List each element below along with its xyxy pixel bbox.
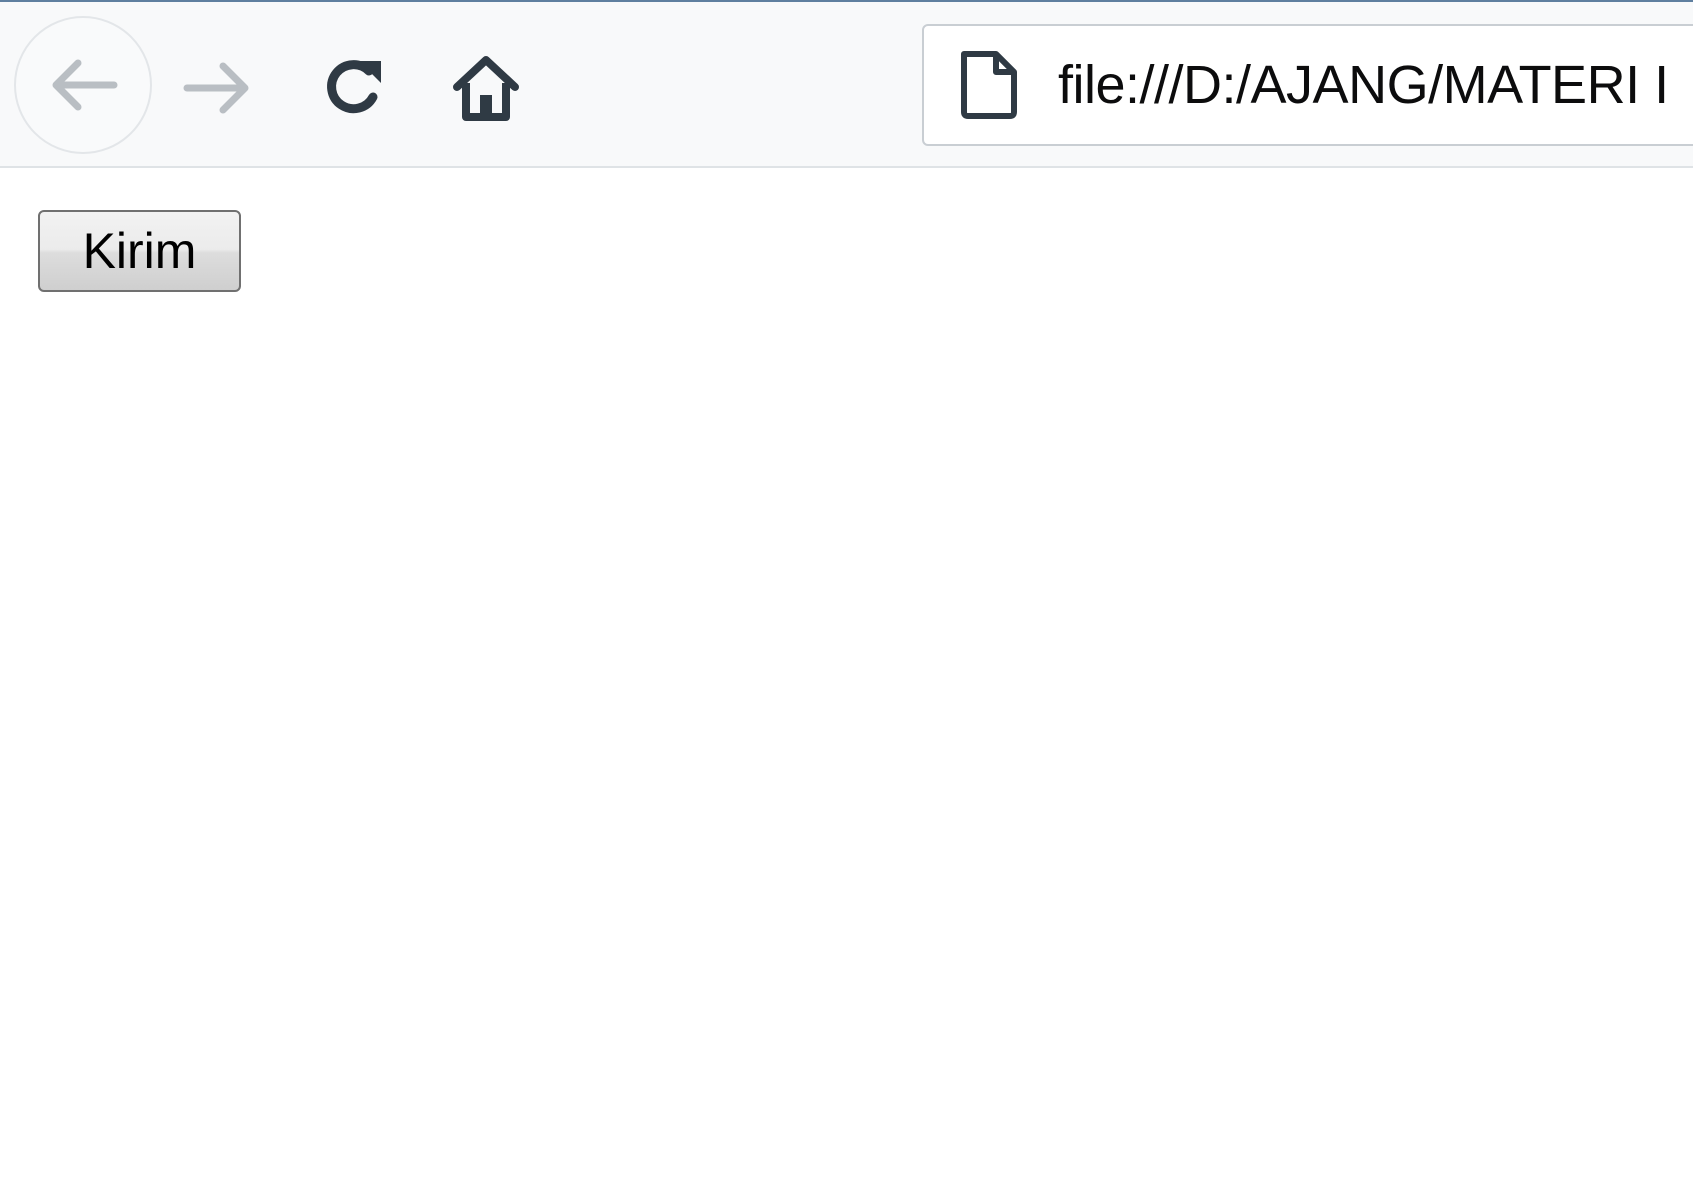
forward-button[interactable]	[178, 48, 258, 128]
back-button[interactable]	[14, 16, 152, 154]
home-icon	[453, 56, 519, 121]
page-content: Kirim	[0, 168, 1693, 1180]
browser-toolbar: file:///D:/AJANG/MATERI I	[0, 0, 1693, 168]
arrow-right-icon	[183, 62, 249, 114]
address-bar[interactable]: file:///D:/AJANG/MATERI I	[922, 24, 1693, 146]
url-text: file:///D:/AJANG/MATERI I	[1058, 55, 1669, 115]
kirim-submit-button[interactable]: Kirim	[38, 210, 241, 292]
reload-button[interactable]	[314, 48, 394, 128]
home-button[interactable]	[446, 46, 526, 130]
reload-icon	[327, 60, 381, 114]
arrow-left-icon	[52, 59, 118, 111]
page-icon	[961, 51, 1017, 119]
